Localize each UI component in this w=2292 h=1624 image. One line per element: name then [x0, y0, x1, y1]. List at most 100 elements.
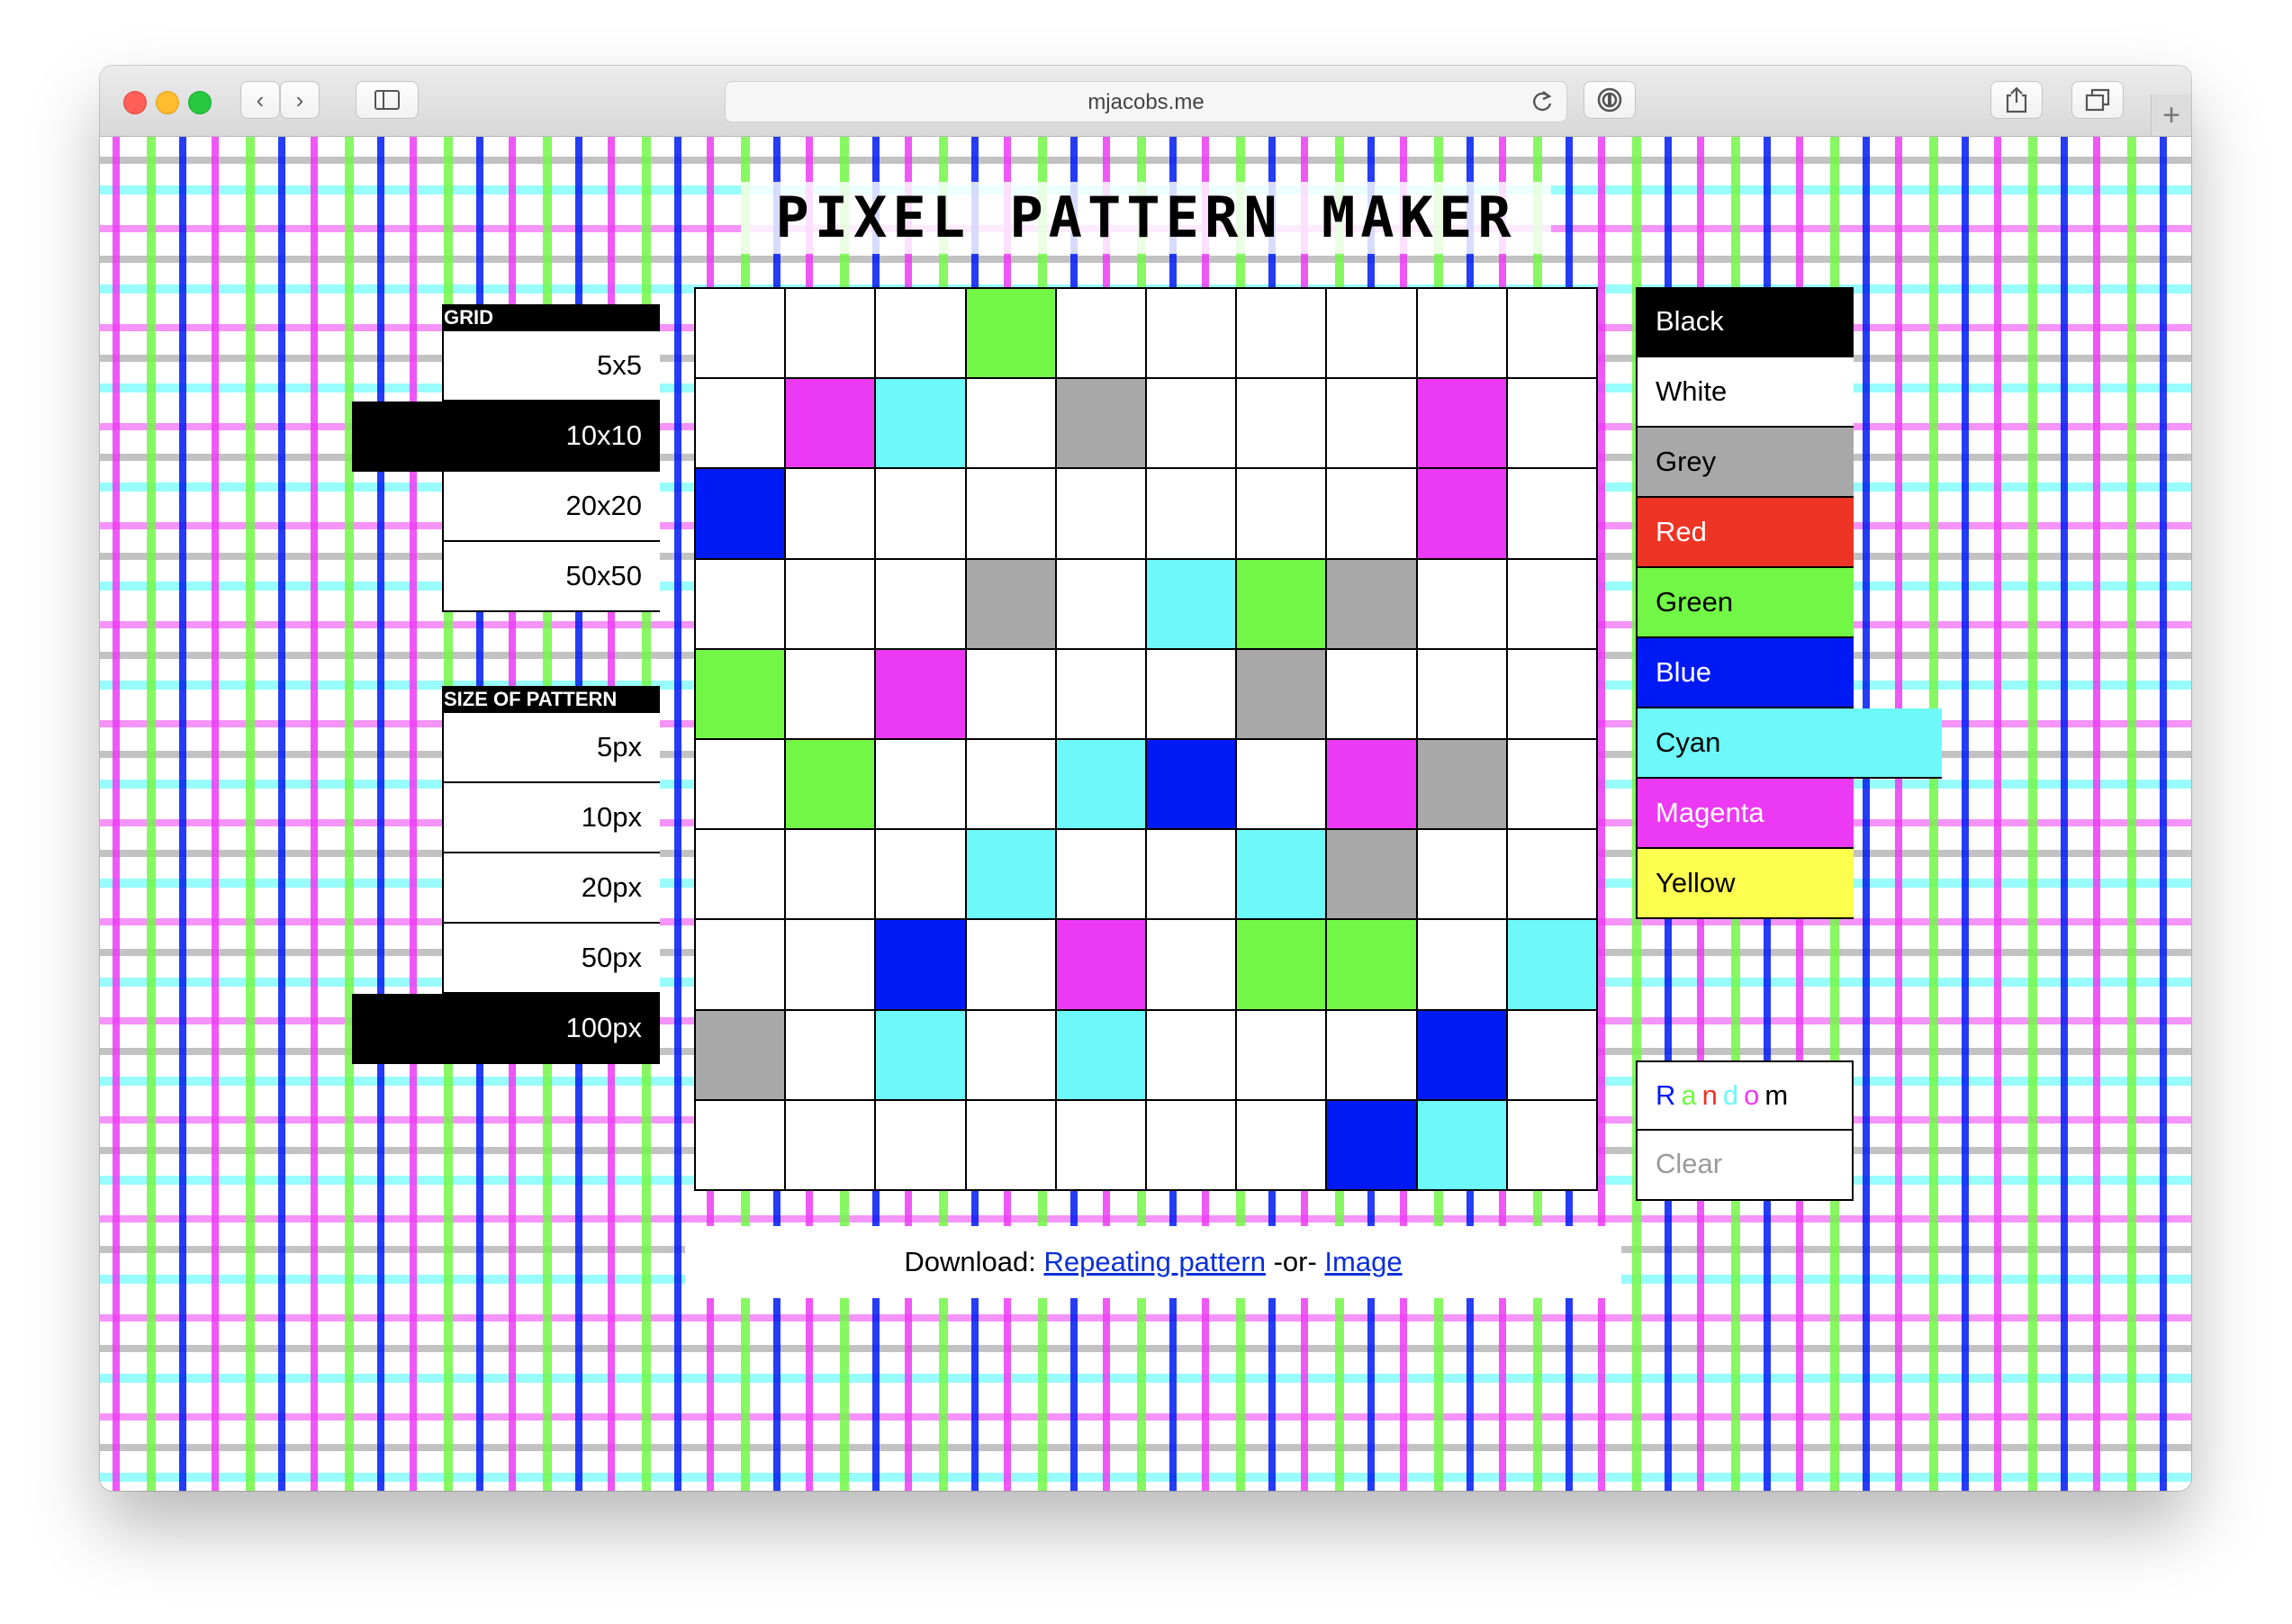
close-window-button[interactable]: [123, 91, 147, 114]
grid-cell[interactable]: [1507, 920, 1596, 1009]
grid-cell[interactable]: [786, 469, 875, 558]
grid-cell[interactable]: [1417, 1010, 1506, 1099]
color-swatch-green[interactable]: Green: [1636, 568, 1854, 638]
grid-cell[interactable]: [1237, 830, 1326, 919]
grid-cell[interactable]: [1237, 1100, 1326, 1189]
grid-cell[interactable]: [696, 559, 785, 648]
grid-cell[interactable]: [1237, 379, 1326, 468]
grid-cell[interactable]: [876, 739, 965, 829]
grid-cell[interactable]: [1056, 649, 1145, 738]
grid-cell[interactable]: [1237, 1010, 1326, 1099]
grid-cell[interactable]: [876, 469, 965, 558]
grid-cell[interactable]: [966, 1100, 1055, 1189]
grid-cell[interactable]: [966, 920, 1055, 1009]
grid-cell[interactable]: [876, 1010, 965, 1099]
grid-cell[interactable]: [1417, 920, 1506, 1009]
image-link[interactable]: Image: [1324, 1246, 1402, 1277]
grid-cell[interactable]: [696, 379, 785, 468]
grid-cell[interactable]: [1507, 559, 1596, 648]
grid-cell[interactable]: [876, 920, 965, 1009]
back-button[interactable]: ‹: [240, 81, 280, 119]
size-option-10px[interactable]: 10px: [442, 783, 660, 853]
zoom-window-button[interactable]: [188, 91, 212, 114]
address-bar[interactable]: mjacobs.me: [725, 81, 1567, 122]
grid-cell[interactable]: [1327, 1010, 1416, 1099]
grid-cell[interactable]: [786, 739, 875, 829]
grid-option-50x50[interactable]: 50x50: [442, 542, 660, 612]
size-option-20px[interactable]: 20px: [442, 853, 660, 924]
grid-cell[interactable]: [696, 830, 785, 919]
grid-cell[interactable]: [1327, 739, 1416, 829]
grid-cell[interactable]: [1327, 830, 1416, 919]
grid-cell[interactable]: [1056, 469, 1145, 558]
color-swatch-magenta[interactable]: Magenta: [1636, 779, 1854, 849]
grid-cell[interactable]: [786, 379, 875, 468]
grid-cell[interactable]: [1417, 649, 1506, 738]
grid-cell[interactable]: [1237, 739, 1326, 829]
color-swatch-cyan[interactable]: Cyan: [1636, 708, 1942, 779]
grid-cell[interactable]: [1056, 559, 1145, 648]
size-option-100px[interactable]: 100px: [352, 994, 660, 1064]
grid-cell[interactable]: [1237, 469, 1326, 558]
grid-cell[interactable]: [1056, 739, 1145, 829]
grid-cell[interactable]: [1327, 379, 1416, 468]
new-tab-button[interactable]: +: [2151, 95, 2191, 136]
grid-cell[interactable]: [1417, 289, 1506, 378]
minimize-window-button[interactable]: [156, 91, 179, 114]
size-option-50px[interactable]: 50px: [442, 924, 660, 994]
color-swatch-yellow[interactable]: Yellow: [1636, 849, 1854, 919]
grid-cell[interactable]: [1417, 469, 1506, 558]
grid-cell[interactable]: [786, 559, 875, 648]
grid-cell[interactable]: [1417, 1100, 1506, 1189]
grid-cell[interactable]: [966, 289, 1055, 378]
color-swatch-blue[interactable]: Blue: [1636, 638, 1854, 708]
share-button[interactable]: [1990, 81, 2043, 119]
grid-cell[interactable]: [786, 830, 875, 919]
grid-cell[interactable]: [696, 469, 785, 558]
grid-cell[interactable]: [1417, 559, 1506, 648]
grid-cell[interactable]: [1146, 1100, 1236, 1189]
grid-cell[interactable]: [1507, 649, 1596, 738]
grid-cell[interactable]: [1237, 649, 1326, 738]
grid-cell[interactable]: [1417, 830, 1506, 919]
grid-cell[interactable]: [1146, 920, 1236, 1009]
grid-cell[interactable]: [1507, 379, 1596, 468]
grid-cell[interactable]: [1146, 289, 1236, 378]
grid-cell[interactable]: [876, 1100, 965, 1189]
grid-cell[interactable]: [696, 289, 785, 378]
grid-cell[interactable]: [966, 469, 1055, 558]
grid-cell[interactable]: [876, 830, 965, 919]
grid-cell[interactable]: [966, 649, 1055, 738]
grid-cell[interactable]: [1327, 559, 1416, 648]
grid-cell[interactable]: [1507, 469, 1596, 558]
grid-cell[interactable]: [1056, 1010, 1145, 1099]
grid-cell[interactable]: [1056, 1100, 1145, 1189]
grid-cell[interactable]: [1327, 469, 1416, 558]
size-option-5px[interactable]: 5px: [442, 713, 660, 783]
grid-cell[interactable]: [966, 830, 1055, 919]
grid-cell[interactable]: [1507, 1100, 1596, 1189]
grid-cell[interactable]: [1237, 920, 1326, 1009]
tabs-overview-button[interactable]: [2071, 81, 2124, 119]
grid-cell[interactable]: [1146, 469, 1236, 558]
grid-cell[interactable]: [1507, 830, 1596, 919]
grid-cell[interactable]: [1146, 559, 1236, 648]
grid-cell[interactable]: [786, 289, 875, 378]
grid-cell[interactable]: [1237, 559, 1326, 648]
grid-cell[interactable]: [1056, 379, 1145, 468]
grid-cell[interactable]: [786, 649, 875, 738]
grid-cell[interactable]: [1327, 649, 1416, 738]
grid-cell[interactable]: [876, 289, 965, 378]
grid-cell[interactable]: [1146, 1010, 1236, 1099]
grid-cell[interactable]: [1237, 289, 1326, 378]
color-swatch-red[interactable]: Red: [1636, 498, 1854, 568]
repeating-pattern-link[interactable]: Repeating pattern: [1044, 1246, 1266, 1277]
forward-button[interactable]: ›: [280, 81, 320, 119]
grid-cell[interactable]: [696, 649, 785, 738]
grid-cell[interactable]: [786, 1010, 875, 1099]
grid-cell[interactable]: [786, 1100, 875, 1189]
grid-cell[interactable]: [1146, 379, 1236, 468]
color-swatch-grey[interactable]: Grey: [1636, 428, 1854, 498]
grid-cell[interactable]: [696, 920, 785, 1009]
random-button[interactable]: Random: [1636, 1060, 1854, 1131]
